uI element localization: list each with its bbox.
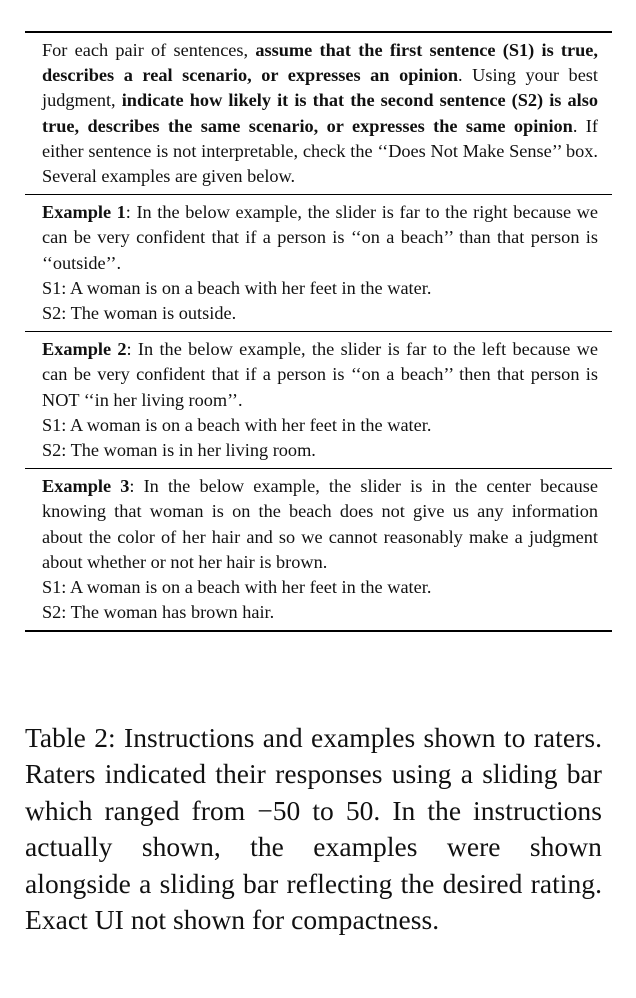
example-1-title: Example 1 [42,202,126,223]
example-3-cell: Example 3: In the below example, the sli… [25,468,612,630]
caption-text: Table 2: Instructions and examples shown… [25,722,602,936]
example-1-body: : In the below example, the slider is fa… [42,202,598,273]
example-2-s2: S2: The woman is in her living room. [42,440,316,461]
example-3-title: Example 3 [42,476,130,497]
example-2-s1: S1: A woman is on a beach with her feet … [42,414,432,435]
example-3-s2: S2: The woman has brown hair. [42,602,275,623]
example-1-description: Example 1: In the below example, the sli… [42,200,598,276]
example-3-s1: S1: A woman is on a beach with her feet … [42,577,432,598]
example-1-cell: Example 1: In the below example, the sli… [25,194,612,331]
example-2-cell: Example 2: In the below example, the sli… [25,331,612,468]
instructions-cell: For each pair of sentences, assume that … [25,33,612,194]
example-2-title: Example 2 [42,339,127,360]
example-2-description: Example 2: In the below example, the sli… [42,337,598,413]
instructions-paragraph: For each pair of sentences, assume that … [42,38,598,189]
instructions-table: For each pair of sentences, assume that … [25,31,612,633]
instructions-text-1: For each pair of sentences, [42,40,249,60]
example-1-s1: S1: A woman is on a beach with her feet … [42,277,432,298]
example-1-s2: S2: The woman is outside. [42,303,237,324]
example-3-description: Example 3: In the below example, the sli… [42,474,598,575]
instructions-bold-2: indicate how likely it is that the secon… [42,90,598,136]
table-caption: Table 2: Instructions and examples shown… [25,720,602,938]
